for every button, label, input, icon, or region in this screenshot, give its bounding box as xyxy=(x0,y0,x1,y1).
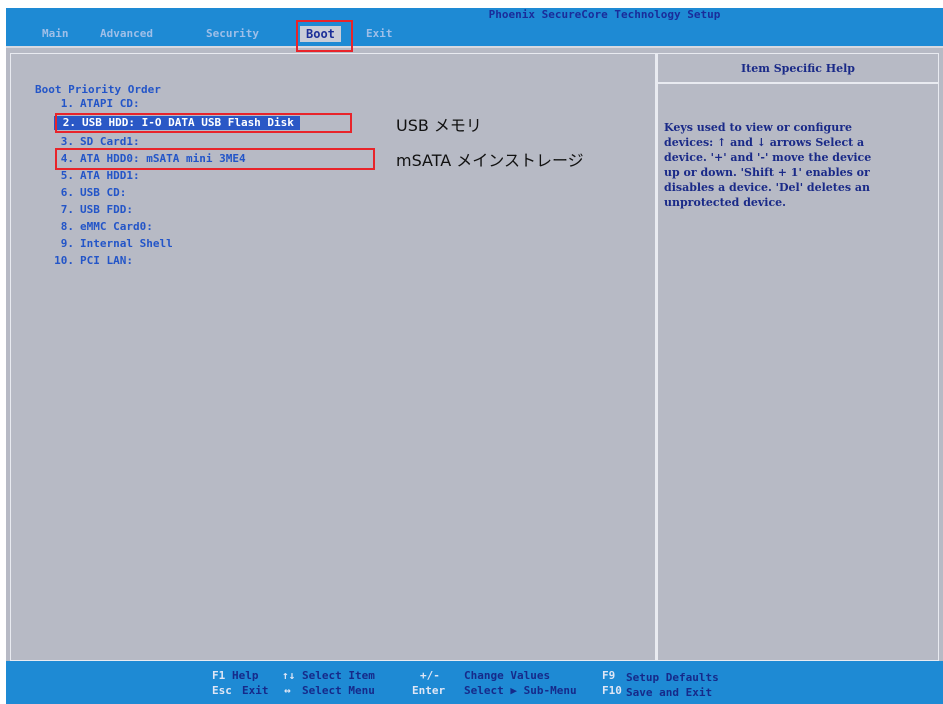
key-plusminus: +/- xyxy=(420,669,440,682)
menu-advanced[interactable]: Advanced xyxy=(100,26,153,42)
boot-item-label: USB CD: xyxy=(80,186,127,199)
key-f9: F9 xyxy=(602,669,616,682)
menu-exit[interactable]: Exit xyxy=(366,26,393,42)
boot-item-label: ATA HDD1: xyxy=(80,169,140,182)
key-enter-desc: Select ▶ Sub-Menu xyxy=(464,684,577,697)
key-f1-desc: Help xyxy=(232,669,259,682)
boot-item-7[interactable]: 7. USB FDD: xyxy=(52,203,133,217)
boot-item-num: 1. xyxy=(60,97,74,110)
key-f9-desc: Setup Defaults xyxy=(626,671,719,684)
title-bar: Phoenix SecureCore Technology Setup xyxy=(6,8,943,22)
boot-item-label: PCI LAN: xyxy=(80,254,133,267)
menu-security[interactable]: Security xyxy=(206,26,259,42)
key-f10-desc: Save and Exit xyxy=(626,686,713,699)
key-f10: F10 xyxy=(602,684,622,697)
key-leftright: ↔ xyxy=(284,684,291,697)
boot-item-1[interactable]: 1. ATAPI CD: xyxy=(52,97,140,111)
key-help-footer: F1 Help ↑↓ Select Item +/- Change Values… xyxy=(6,661,943,704)
key-updown-desc: Select Item xyxy=(302,669,375,682)
boot-item-label: eMMC Card0: xyxy=(80,220,153,233)
boot-item-num: 10. xyxy=(54,254,74,267)
boot-item-num: 6. xyxy=(60,186,74,199)
key-enter: Enter xyxy=(412,684,446,697)
key-plusminus-desc: Change Values xyxy=(464,669,551,682)
help-text: Keys used to view or configure devices: … xyxy=(664,121,872,209)
boot-item-8[interactable]: 8. eMMC Card0: xyxy=(52,220,153,234)
boot-tab-highlight xyxy=(296,20,353,52)
boot-item-num: 3. xyxy=(60,135,74,148)
usb-item-highlight xyxy=(55,113,352,133)
menu-main[interactable]: Main xyxy=(42,26,69,42)
usb-annotation: USB メモリ xyxy=(396,116,482,135)
msata-item-highlight xyxy=(55,148,375,170)
setup-title: Phoenix SecureCore Technology Setup xyxy=(488,8,721,21)
key-esc: Esc xyxy=(212,684,232,697)
boot-item-num: 8. xyxy=(60,220,74,233)
item-help-pane: Item Specific Help Keys used to view or … xyxy=(656,53,939,661)
boot-item-6[interactable]: 6. USB CD: xyxy=(52,186,127,200)
key-leftright-desc: Select Menu xyxy=(302,684,375,697)
boot-item-5[interactable]: 5. ATA HDD1: xyxy=(52,169,140,183)
boot-item-9[interactable]: 9. Internal Shell xyxy=(52,237,173,251)
boot-item-label: USB FDD: xyxy=(80,203,133,216)
boot-item-num: 9. xyxy=(60,237,74,250)
key-esc-desc: Exit xyxy=(242,684,269,697)
boot-item-num: 5. xyxy=(60,169,74,182)
msata-annotation: mSATA メインストレージ xyxy=(396,151,584,170)
boot-item-10[interactable]: 10. PCI LAN: xyxy=(52,254,133,268)
boot-item-label: Internal Shell xyxy=(80,237,173,250)
boot-item-num: 7. xyxy=(60,203,74,216)
boot-item-label: ATAPI CD: xyxy=(80,97,140,110)
key-f1: F1 xyxy=(212,669,226,682)
boot-item-3[interactable]: 3. SD Card1: xyxy=(52,135,140,149)
menu-bar: Main Advanced Security Boot Exit xyxy=(6,22,943,48)
boot-item-label: SD Card1: xyxy=(80,135,140,148)
boot-priority-title: Boot Priority Order xyxy=(35,83,161,96)
help-header: Item Specific Help xyxy=(658,54,938,84)
key-updown: ↑↓ xyxy=(282,669,296,682)
